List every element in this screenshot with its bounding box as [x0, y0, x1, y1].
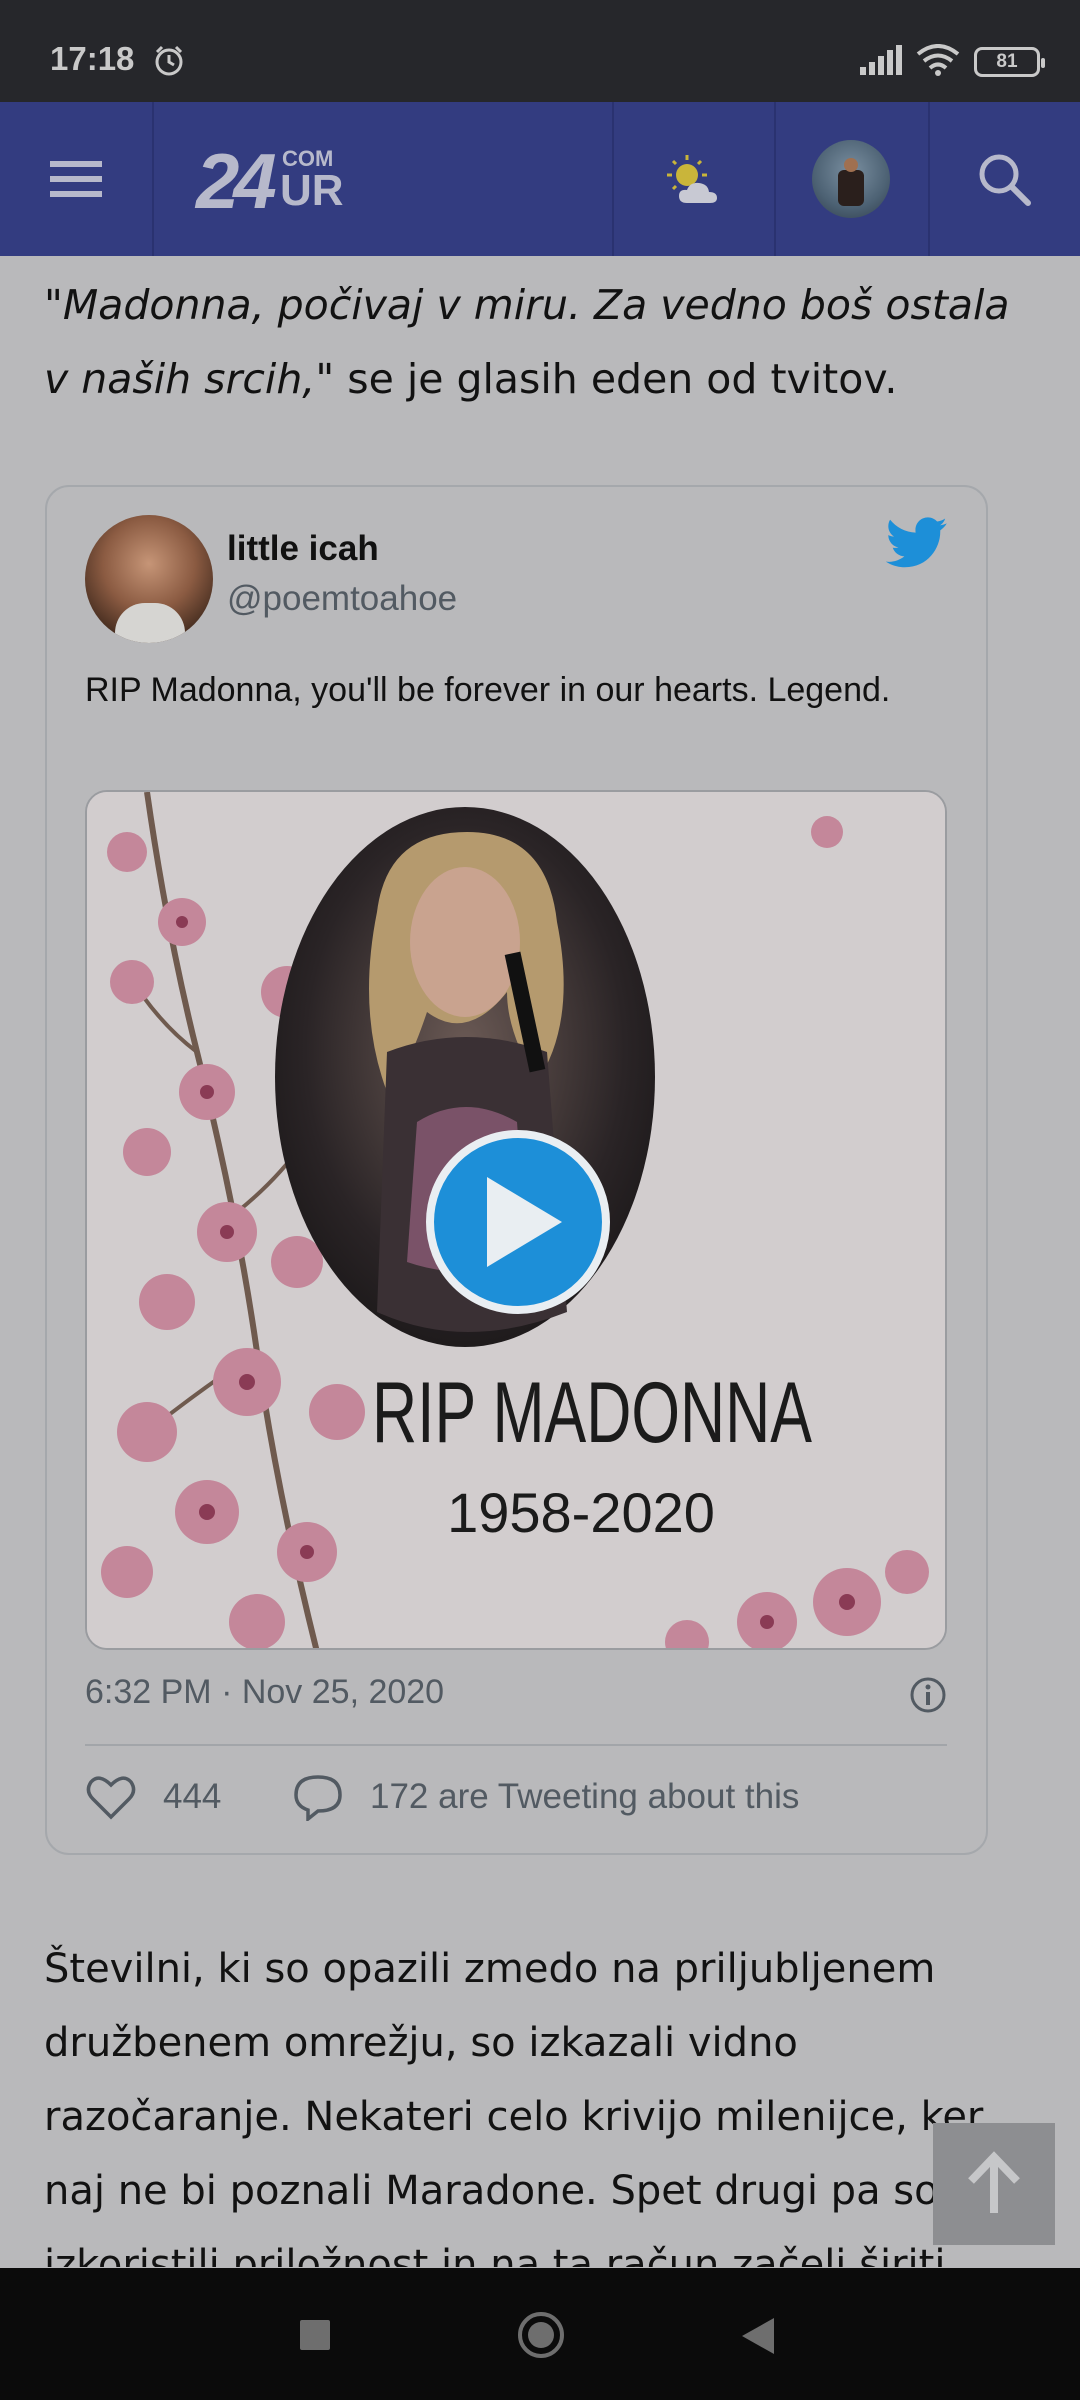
- play-button[interactable]: [426, 1130, 610, 1314]
- weather-sun-cloud-icon: [667, 155, 717, 203]
- tweet-timestamp[interactable]: 6:32 PM · Nov 25, 2020: [85, 1673, 444, 1712]
- site-header: 24 COM UR: [0, 102, 1080, 256]
- weather-button[interactable]: [612, 102, 774, 256]
- speech-bubble-icon: [294, 1775, 342, 1821]
- user-profile-button[interactable]: [774, 102, 928, 256]
- status-bar: 17:18 81: [0, 0, 1080, 102]
- video-title-text: RIP MADONNA: [372, 1365, 812, 1461]
- status-time: 17:18: [50, 40, 135, 77]
- embedded-tweet[interactable]: little icah @poemtoahoe RIP Madonna, you…: [45, 485, 988, 1855]
- video-years-text: 1958-2020: [447, 1481, 715, 1544]
- search-icon: [979, 154, 1031, 206]
- tweet-author-name[interactable]: little icah: [227, 529, 379, 569]
- like-count: 444: [163, 1777, 222, 1816]
- scroll-to-top-button[interactable]: [933, 2123, 1055, 2245]
- alarm-icon: [152, 44, 186, 82]
- header-divider: [152, 102, 154, 256]
- hamburger-icon: [50, 161, 102, 197]
- recent-apps-button[interactable]: [300, 2320, 330, 2350]
- article-quote: "Madonna, počivaj v miru. Za vedno boš o…: [44, 268, 1044, 416]
- menu-button[interactable]: [0, 102, 152, 256]
- tweet-text: RIP Madonna, you'll be forever in our he…: [85, 671, 891, 709]
- tweet-author-avatar[interactable]: [85, 515, 213, 643]
- arrow-up-icon: [968, 2151, 1020, 2213]
- twitter-bird-icon[interactable]: [885, 517, 948, 574]
- tweet-author-handle[interactable]: @poemtoahoe: [227, 579, 457, 619]
- signal-icon: [860, 45, 902, 79]
- back-button[interactable]: [742, 2318, 774, 2354]
- home-button[interactable]: [518, 2312, 564, 2358]
- system-navigation-bar: [0, 2268, 1080, 2400]
- site-logo[interactable]: 24 COM UR: [196, 137, 346, 225]
- quote-rest-text: se je glasih eden od tvitov.: [334, 355, 898, 403]
- search-button[interactable]: [928, 102, 1080, 256]
- tweet-like-button[interactable]: 444: [85, 1773, 221, 1821]
- tweet-divider: [85, 1744, 947, 1746]
- article-body-paragraph: Številni, ki so opazili zmedo na priljub…: [44, 1946, 984, 2267]
- battery-icon: 81: [974, 47, 1045, 77]
- heart-icon: [86, 1776, 136, 1820]
- status-icons: 81: [860, 44, 1045, 80]
- reply-count-text: 172 are Tweeting about this: [370, 1777, 800, 1816]
- tweet-reply-button[interactable]: 172 are Tweeting about this: [292, 1773, 799, 1821]
- tweet-video[interactable]: RIP MADONNA 1958-2020: [85, 790, 947, 1650]
- wifi-icon: [916, 44, 960, 80]
- info-icon[interactable]: [908, 1675, 948, 1720]
- avatar: [812, 140, 890, 218]
